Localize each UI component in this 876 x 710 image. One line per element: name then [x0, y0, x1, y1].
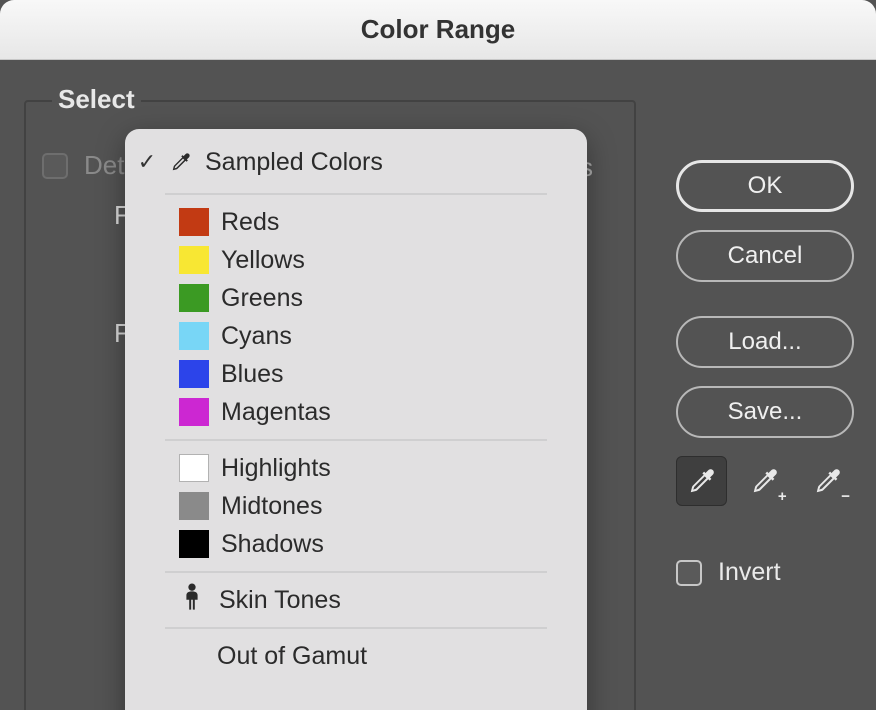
swatch-icon [179, 398, 209, 426]
option-sampled-colors[interactable]: ✓ Sampled Colors [125, 139, 587, 185]
option-midtones[interactable]: Midtones [125, 487, 587, 525]
detect-faces-checkbox[interactable] [42, 153, 68, 179]
option-label: Shadows [221, 530, 324, 559]
option-label: Sampled Colors [205, 148, 383, 177]
option-label: Cyans [221, 322, 292, 351]
option-label: Reds [221, 208, 279, 237]
option-label: Midtones [221, 492, 322, 521]
option-label: Out of Gamut [217, 642, 367, 671]
swatch-icon [179, 322, 209, 350]
option-magentas[interactable]: Magentas [125, 393, 587, 431]
option-label: Highlights [221, 454, 331, 483]
eyedropper-subtract-tool[interactable]: − [803, 456, 854, 506]
detect-faces-label: Det [84, 150, 124, 181]
option-cyans[interactable]: Cyans [125, 317, 587, 355]
option-label: Skin Tones [219, 586, 341, 615]
detect-faces-row: Det [42, 150, 124, 181]
dialog-title: Color Range [361, 14, 516, 45]
select-label: Select [52, 84, 141, 115]
eyedropper-icon [169, 151, 193, 173]
save-button[interactable]: Save... [676, 386, 854, 438]
swatch-icon [179, 492, 209, 520]
option-reds[interactable]: Reds [125, 203, 587, 241]
swatch-icon [179, 246, 209, 274]
ok-button[interactable]: OK [676, 160, 854, 212]
right-column: OK Cancel Load... Save... + − Invert [676, 160, 854, 587]
swatch-icon [179, 530, 209, 558]
option-greens[interactable]: Greens [125, 279, 587, 317]
check-icon: ✓ [137, 149, 157, 175]
option-blues[interactable]: Blues [125, 355, 587, 393]
eyedropper-add-tool[interactable]: + [739, 456, 790, 506]
option-skin-tones[interactable]: Skin Tones [125, 581, 587, 619]
invert-checkbox[interactable] [676, 560, 702, 586]
option-label: Greens [221, 284, 303, 313]
eyedropper-tool[interactable] [676, 456, 727, 506]
dialog-titlebar: Color Range [0, 0, 876, 60]
option-out-of-gamut[interactable]: Out of Gamut [125, 637, 587, 675]
invert-label: Invert [718, 558, 781, 587]
select-dropdown: ✓ Sampled Colors Reds Yellows Greens Cyans B… [125, 129, 587, 710]
person-icon [181, 583, 203, 618]
option-yellows[interactable]: Yellows [125, 241, 587, 279]
option-label: Magentas [221, 398, 331, 427]
option-shadows[interactable]: Shadows [125, 525, 587, 563]
load-button[interactable]: Load... [676, 316, 854, 368]
swatch-icon [179, 360, 209, 388]
cancel-button[interactable]: Cancel [676, 230, 854, 282]
plus-icon: + [778, 488, 787, 505]
swatch-icon [179, 284, 209, 312]
option-highlights[interactable]: Highlights [125, 449, 587, 487]
option-label: Yellows [221, 246, 305, 275]
dialog-body: Select Det s F F OK Cancel Load... Save.… [0, 60, 876, 710]
invert-row: Invert [676, 558, 854, 587]
eyedropper-tools: + − [676, 456, 854, 506]
option-label: Blues [221, 360, 284, 389]
swatch-icon [179, 208, 209, 236]
minus-icon: − [841, 488, 850, 505]
swatch-icon [179, 454, 209, 482]
